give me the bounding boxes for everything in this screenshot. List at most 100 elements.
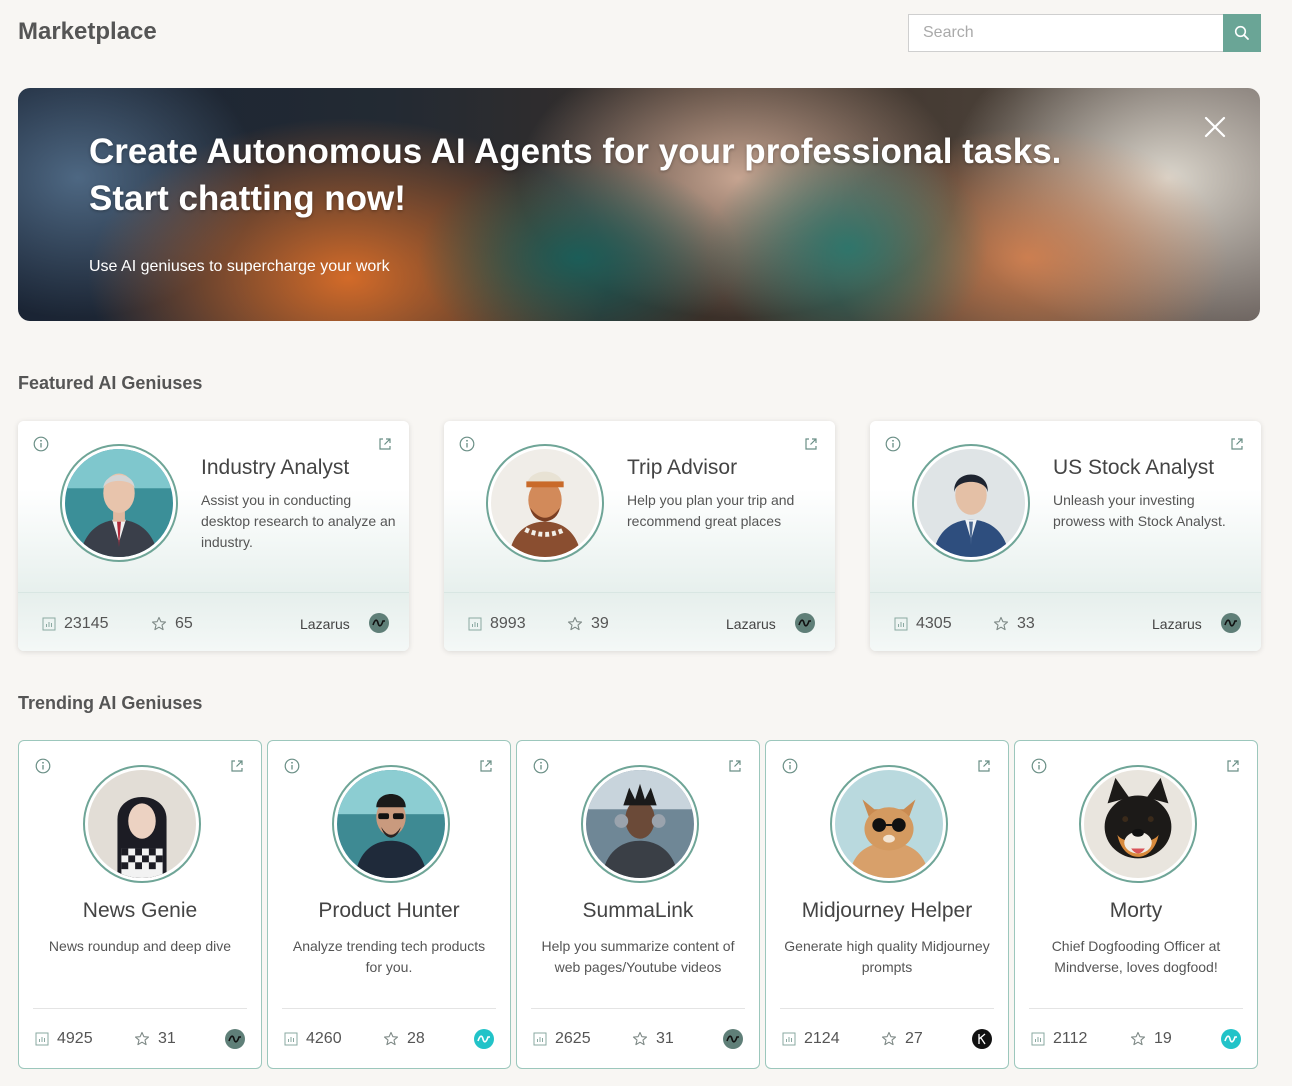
product-hunter-portrait [337,770,445,878]
star-value: 39 [591,615,609,632]
usage-value: 23145 [64,615,109,632]
trending-section-title: Trending AI Geniuses [18,693,203,713]
chart-icon [533,1032,547,1046]
star-value: 33 [1017,615,1035,632]
creator-badge-icon [795,613,815,633]
chart-icon [468,617,482,631]
agent-name: Midjourney Helper [801,899,973,922]
info-icon[interactable] [782,758,798,774]
external-link-icon[interactable] [478,758,494,774]
divider [282,1008,496,1009]
divider [780,1008,994,1009]
trending-card[interactable]: Midjourney Helper Generate high quality … [765,740,1009,1069]
chart-icon [42,617,56,631]
page-title: Marketplace [18,18,157,45]
agent-name: Trip Advisor [627,456,738,479]
usage-value: 4925 [57,1030,93,1047]
external-link-icon[interactable] [1225,758,1241,774]
trending-card[interactable]: News Genie News roundup and deep dive 49… [18,740,262,1069]
info-icon[interactable] [35,758,51,774]
usage-value: 8993 [490,615,526,632]
chart-icon [35,1032,49,1046]
author-name[interactable]: Lazarus [1152,616,1202,632]
star-count[interactable]: 27 [881,1030,923,1048]
usage-value: 2112 [1053,1030,1088,1047]
creator-badge-icon[interactable] [972,1029,992,1049]
usage-value: 2124 [804,1030,840,1047]
industry-analyst-portrait [65,449,173,557]
avatar [581,765,699,883]
featured-card[interactable]: Industry Analyst Assist you in conductin… [18,421,409,651]
summalink-portrait [586,770,694,878]
avatar [830,765,948,883]
agent-name: Product Hunter [318,899,460,922]
agent-name: US Stock Analyst [1053,456,1215,479]
info-icon[interactable] [33,436,49,452]
trending-card[interactable]: SummaLink Help you summarize content of … [516,740,760,1069]
creator-badge-icon[interactable] [225,1029,245,1049]
usage-value: 2625 [555,1030,591,1047]
banner-close-button[interactable] [1202,114,1228,140]
info-icon[interactable] [533,758,549,774]
usage-value: 4260 [306,1030,342,1047]
star-count[interactable]: 31 [632,1030,674,1048]
banner-headline-line2: Start chatting now! [89,179,406,218]
star-value: 65 [175,615,193,632]
search-input[interactable] [908,14,1223,52]
info-icon[interactable] [885,436,901,452]
avatar [912,444,1030,562]
trending-card[interactable]: Product Hunter Analyze trending tech pro… [267,740,511,1069]
divider [33,1008,247,1009]
star-count[interactable]: 65 [151,615,193,633]
featured-card[interactable]: US Stock Analyst Unleash your investing … [870,421,1261,651]
info-icon[interactable] [284,758,300,774]
usage-count: 8993 [468,615,526,633]
creator-badge-icon[interactable] [1221,1029,1241,1049]
agent-description: Assist you in conducting desktop researc… [201,492,396,550]
agent-name: Industry Analyst [201,456,350,479]
agent-name: SummaLink [582,899,694,922]
external-link-icon[interactable] [727,758,743,774]
agent-description: Generate high quality Midjourney prompts [784,938,990,975]
star-value: 19 [1154,1030,1172,1047]
star-value: 28 [407,1030,425,1047]
agent-description: Chief Dogfooding Officer at Mindverse, l… [1051,938,1221,975]
close-icon [1204,116,1226,138]
news-genie-portrait [88,770,196,878]
external-link-icon[interactable] [1229,436,1245,452]
external-link-icon[interactable] [377,436,393,452]
avatar [60,444,178,562]
featured-card[interactable]: Trip Advisor Help you plan your trip and… [444,421,835,651]
search-icon [1234,25,1249,40]
author-name[interactable]: Lazarus [726,616,776,632]
info-icon[interactable] [1031,758,1047,774]
info-icon[interactable] [459,436,475,452]
star-icon [151,616,167,631]
star-count[interactable]: 33 [993,615,1035,633]
star-icon [567,616,583,631]
star-count[interactable]: 39 [567,615,609,633]
external-link-icon[interactable] [976,758,992,774]
usage-count: 4925 [35,1030,93,1048]
trending-card[interactable]: Morty Chief Dogfooding Officer at Mindve… [1014,740,1258,1069]
star-icon [881,1031,897,1046]
usage-count: 4305 [894,615,952,633]
star-icon [632,1031,648,1046]
search-button[interactable] [1223,14,1261,52]
creator-badge-icon[interactable] [723,1029,743,1049]
external-link-icon[interactable] [229,758,245,774]
external-link-icon[interactable] [803,436,819,452]
star-count[interactable]: 31 [134,1030,176,1048]
banner-headline-line1: Create Autonomous AI Agents for your pro… [89,132,1062,171]
banner-headline: Create Autonomous AI Agents for your pro… [89,128,1061,222]
usage-count: 2124 [782,1030,840,1048]
avatar [1079,765,1197,883]
star-count[interactable]: 19 [1130,1030,1172,1048]
author-name[interactable]: Lazarus [300,616,350,632]
star-value: 27 [905,1030,923,1047]
agent-description: News roundup and deep dive [48,938,232,954]
chart-icon [894,617,908,631]
midjourney-helper-portrait [835,770,943,878]
star-count[interactable]: 28 [383,1030,425,1048]
creator-badge-icon[interactable] [474,1029,494,1049]
